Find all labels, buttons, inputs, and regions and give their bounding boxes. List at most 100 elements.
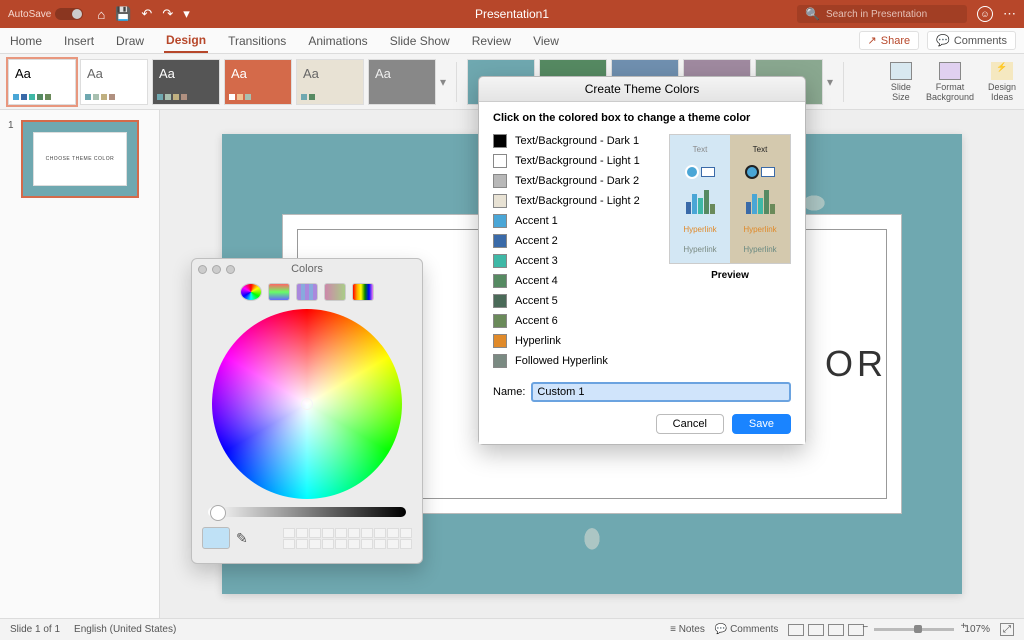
color-swatch[interactable] — [493, 194, 507, 208]
tab-draw[interactable]: Draw — [114, 30, 146, 52]
color-wheel-tab[interactable] — [240, 283, 262, 301]
color-swatch[interactable] — [493, 254, 507, 268]
titlebar-more-icon[interactable]: ⋯ — [1003, 6, 1016, 22]
color-swatch[interactable] — [493, 274, 507, 288]
format-background-button[interactable]: Format Background — [926, 62, 974, 102]
autosave-label: AutoSave — [8, 9, 51, 20]
tab-animations[interactable]: Animations — [306, 30, 369, 52]
status-language[interactable]: English (United States) — [74, 624, 176, 635]
save-button[interactable]: Save — [732, 414, 791, 434]
document-title: Presentation1 — [475, 7, 549, 21]
theme-color-row[interactable]: Accent 6 — [493, 314, 657, 328]
name-label: Name: — [493, 386, 525, 398]
theme-thumb[interactable]: Aa — [152, 59, 220, 105]
theme-thumb[interactable]: Aa — [296, 59, 364, 105]
tab-view[interactable]: View — [531, 30, 561, 52]
current-color-swatch[interactable] — [202, 527, 230, 549]
search-icon: 🔍 — [805, 7, 820, 21]
color-sliders-tab[interactable] — [268, 283, 290, 301]
design-ideas-button[interactable]: ⚡Design Ideas — [988, 62, 1016, 102]
theme-color-row[interactable]: Accent 3 — [493, 254, 657, 268]
comments-button[interactable]: 💬Comments — [927, 31, 1016, 50]
status-bar: Slide 1 of 1 English (United States) ≡ N… — [0, 618, 1024, 640]
autosave-toggle[interactable] — [55, 8, 83, 20]
tab-slideshow[interactable]: Slide Show — [388, 30, 452, 52]
color-swatch[interactable] — [493, 154, 507, 168]
theme-color-row[interactable]: Accent 2 — [493, 234, 657, 248]
save-icon[interactable]: 💾 — [115, 6, 131, 22]
color-swatch[interactable] — [493, 214, 507, 228]
tab-insert[interactable]: Insert — [62, 30, 96, 52]
color-swatch[interactable] — [493, 334, 507, 348]
theme-color-row[interactable]: Accent 5 — [493, 294, 657, 308]
color-swatch[interactable] — [493, 234, 507, 248]
undo-icon[interactable]: ↶ — [141, 6, 152, 22]
redo-icon[interactable]: ↷ — [162, 6, 173, 22]
share-icon: ↗ — [868, 34, 877, 47]
color-wheel-cursor[interactable] — [301, 398, 313, 410]
status-slide: Slide 1 of 1 — [10, 624, 60, 635]
tab-design[interactable]: Design — [164, 29, 208, 53]
window-controls[interactable] — [198, 265, 235, 274]
pencils-tab[interactable] — [352, 283, 374, 301]
slide-thumbnail[interactable]: CHOOSE THEME COLOR — [21, 120, 139, 198]
tab-home[interactable]: Home — [8, 30, 44, 52]
zoom-slider[interactable] — [874, 628, 954, 631]
theme-color-row[interactable]: Text/Background - Dark 1 — [493, 134, 657, 148]
theme-color-row[interactable]: Hyperlink — [493, 334, 657, 348]
color-swatch[interactable] — [493, 134, 507, 148]
theme-color-row[interactable]: Accent 1 — [493, 214, 657, 228]
search-box[interactable]: 🔍 — [797, 5, 967, 23]
slide-title-fragment: OR — [825, 343, 887, 385]
color-label: Accent 1 — [515, 215, 558, 227]
cancel-button[interactable]: Cancel — [656, 414, 724, 434]
title-bar: AutoSave ⌂ 💾 ↶ ↷ ▾ Presentation1 🔍 ☺ ⋯ — [0, 0, 1024, 28]
sorter-view-icon[interactable] — [808, 624, 824, 636]
color-label: Accent 4 — [515, 275, 558, 287]
theme-thumb[interactable]: Aa — [80, 59, 148, 105]
slide-size-button[interactable]: Slide Size — [890, 62, 912, 102]
color-swatch[interactable] — [493, 294, 507, 308]
normal-view-icon[interactable] — [788, 624, 804, 636]
feedback-icon[interactable]: ☺ — [977, 6, 993, 22]
qat-more-icon[interactable]: ▾ — [183, 6, 190, 22]
dialog-title: Create Theme Colors — [479, 77, 805, 102]
brightness-slider[interactable] — [208, 507, 406, 517]
theme-color-row[interactable]: Text/Background - Dark 2 — [493, 174, 657, 188]
comment-icon: 💬 — [936, 34, 950, 47]
theme-thumb[interactable]: Aa — [224, 59, 292, 105]
color-swatch-grid[interactable] — [283, 528, 412, 549]
color-label: Followed Hyperlink — [515, 355, 608, 367]
theme-thumb[interactable]: Aa — [8, 59, 76, 105]
theme-preview: Text Hyperlink Hyperlink Text Hyperlink … — [669, 134, 791, 264]
color-palettes-tab[interactable] — [296, 283, 318, 301]
reading-view-icon[interactable] — [828, 624, 844, 636]
color-label: Accent 5 — [515, 295, 558, 307]
tab-transitions[interactable]: Transitions — [226, 30, 288, 52]
tab-review[interactable]: Review — [470, 30, 513, 52]
search-input[interactable] — [826, 9, 959, 20]
image-palettes-tab[interactable] — [324, 283, 346, 301]
theme-name-input[interactable] — [531, 382, 791, 402]
comments-button[interactable]: 💬 Comments — [715, 624, 779, 635]
theme-color-row[interactable]: Accent 4 — [493, 274, 657, 288]
zoom-value[interactable]: 107% — [964, 624, 990, 635]
theme-color-row[interactable]: Text/Background - Light 1 — [493, 154, 657, 168]
theme-thumb[interactable]: Aa — [368, 59, 436, 105]
theme-color-row[interactable]: Text/Background - Light 2 — [493, 194, 657, 208]
themes-more-icon[interactable]: ▾ — [440, 75, 446, 89]
autosave[interactable]: AutoSave — [8, 8, 83, 20]
color-wheel[interactable] — [212, 309, 402, 499]
color-swatch[interactable] — [493, 314, 507, 328]
notes-button[interactable]: ≡ Notes — [670, 624, 705, 635]
eyedropper-icon[interactable]: ✎ — [236, 530, 248, 547]
preview-label: Preview — [669, 270, 791, 281]
theme-color-row[interactable]: Followed Hyperlink — [493, 354, 657, 368]
home-icon[interactable]: ⌂ — [97, 7, 105, 22]
fit-to-window-icon[interactable]: ⤢ — [1000, 623, 1014, 636]
slide-panel: 1 CHOOSE THEME COLOR — [0, 110, 160, 618]
color-swatch[interactable] — [493, 354, 507, 368]
color-swatch[interactable] — [493, 174, 507, 188]
share-button[interactable]: ↗Share — [859, 31, 920, 50]
variants-more-icon[interactable]: ▾ — [827, 75, 833, 89]
